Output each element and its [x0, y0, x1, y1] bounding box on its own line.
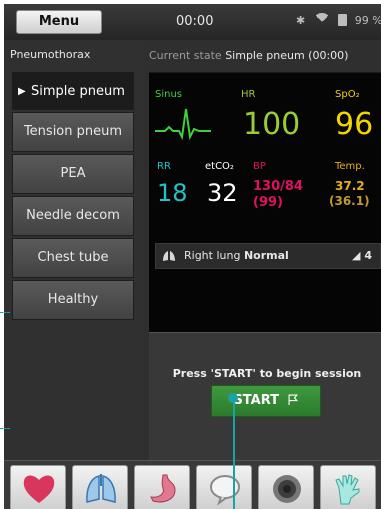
temp-sub-value: (36.1)	[329, 194, 370, 208]
callout-dash-left-upper	[0, 312, 10, 313]
heart-icon	[23, 475, 55, 503]
etco2-label: etCO₂	[205, 161, 234, 172]
callout-line	[233, 398, 235, 509]
start-label: START	[233, 393, 280, 408]
rr-value: 18	[157, 179, 188, 207]
rhythm-label: Sinus	[155, 89, 183, 100]
bluetooth-icon: ✱	[296, 13, 306, 27]
state-item-label: Tension pneum	[23, 124, 123, 139]
state-item-label: Healthy	[47, 292, 99, 307]
lung-level: ◢ 4	[352, 249, 372, 262]
tab-stomach[interactable]	[134, 465, 190, 509]
bottom-toolbar	[4, 460, 381, 509]
state-item-healthy[interactable]: Healthy	[12, 280, 134, 320]
bp-value: 130/84	[253, 179, 303, 194]
play-arrow-icon: ▶	[18, 86, 26, 97]
callout-dot	[228, 393, 238, 403]
session-panel: Press 'START' to begin session START	[149, 332, 381, 461]
status-icons: ✱ 99 %	[296, 13, 381, 31]
state-item-label: Needle decom	[26, 208, 120, 223]
tab-speech[interactable]	[196, 465, 252, 509]
start-button[interactable]: START	[211, 385, 321, 417]
bp-label: BP	[253, 161, 266, 172]
state-list: ▶ Simple pneum Tension pneum PEA Needle …	[12, 72, 134, 322]
vitals-monitor[interactable]: Sinus HR 100 SpO₂ 96 RR 18 etCO₂ 32 BP 1…	[149, 72, 381, 333]
bp-mean: (99)	[253, 195, 283, 210]
state-item-label: Chest tube	[37, 250, 109, 265]
spo2-label: SpO₂	[335, 89, 360, 100]
state-item-label: Simple pneum	[31, 84, 125, 99]
wifi-icon	[312, 13, 331, 31]
rr-label: RR	[157, 161, 171, 172]
state-item-chest-tube[interactable]: Chest tube	[12, 238, 134, 278]
clock: 00:00	[176, 14, 214, 29]
state-item-simple-pneum[interactable]: ▶ Simple pneum	[12, 72, 134, 134]
flag-icon	[288, 394, 298, 405]
battery-icon	[338, 14, 348, 26]
lung-level-value: 4	[364, 249, 372, 262]
temp-value: 37.2	[335, 179, 365, 193]
hr-label: HR	[241, 89, 256, 100]
callout-dash-left-lower	[0, 428, 10, 429]
spo2-value: 96	[335, 107, 374, 142]
lung-status: Normal	[243, 249, 289, 262]
battery-percent: 99 %	[354, 13, 381, 27]
hr-value: 100	[243, 107, 301, 142]
lungs-icon	[86, 474, 116, 503]
lungs-small-icon	[163, 251, 175, 261]
scenario-panel: Pneumothorax ▶ Simple pneum Tension pneu…	[4, 40, 144, 460]
glove-icon	[335, 474, 360, 505]
state-item-needle-decom[interactable]: Needle decom	[12, 196, 134, 236]
tab-glove[interactable]	[320, 465, 376, 509]
temp-label: Temp.	[335, 161, 365, 172]
tab-sound[interactable]	[258, 465, 314, 509]
current-state-prefix: Current state	[149, 49, 222, 62]
speaker-icon	[273, 475, 301, 503]
scenario-title: Pneumothorax	[10, 48, 91, 61]
etco2-value: 32	[207, 179, 238, 207]
ecg-waveform	[155, 108, 211, 141]
speech-bubble-icon	[210, 475, 240, 506]
menu-button[interactable]: Menu	[16, 10, 102, 34]
lung-status-text: Right lung Normal	[184, 244, 289, 268]
lung-side: Right lung	[184, 249, 241, 262]
tab-heart[interactable]	[10, 465, 66, 509]
top-bar: Menu 00:00 ✱ 99 %	[4, 4, 381, 40]
state-item-tension-pneum[interactable]: Tension pneum	[12, 112, 134, 152]
tab-lungs[interactable]	[72, 465, 128, 509]
current-state-value: Simple pneum (00:00)	[225, 49, 349, 62]
session-message: Press 'START' to begin session	[172, 367, 362, 380]
lung-status-bar[interactable]: Right lung Normal ◢ 4	[155, 243, 381, 269]
stomach-icon	[150, 474, 176, 503]
state-item-label: PEA	[60, 166, 86, 181]
device-screen: Menu 00:00 ✱ 99 % Pneumothorax ▶ Simple …	[4, 4, 381, 509]
current-state: Current state Simple pneum (00:00)	[149, 49, 348, 62]
state-item-pea[interactable]: PEA	[12, 154, 134, 194]
